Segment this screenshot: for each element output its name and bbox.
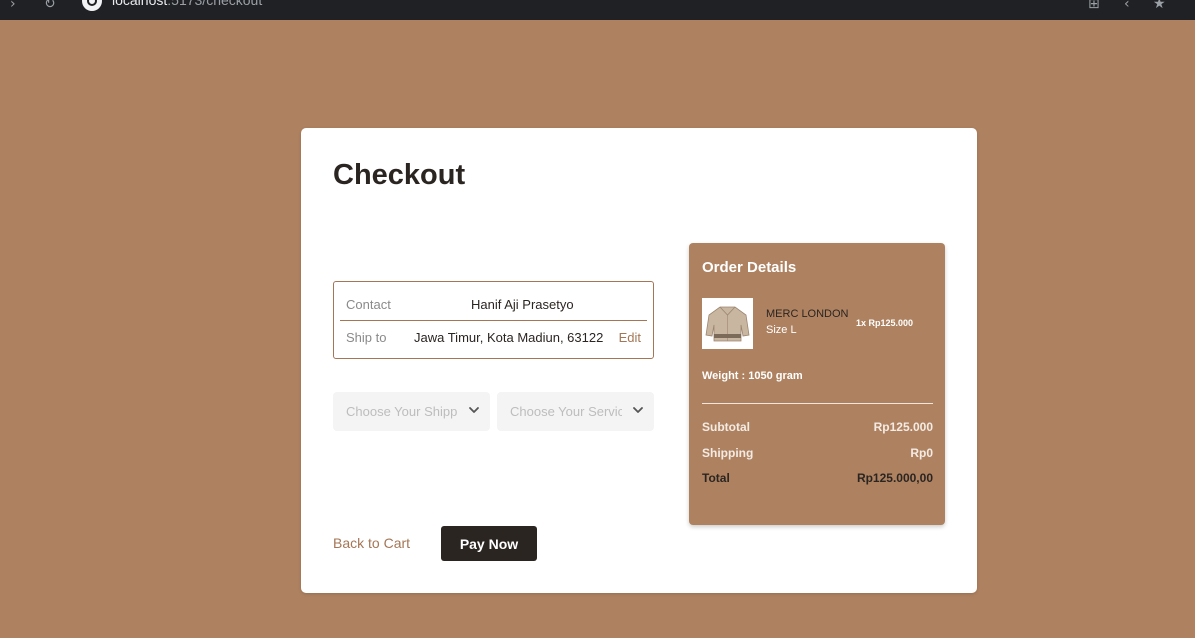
chevron-down-icon — [633, 407, 643, 413]
address-bar[interactable]: localhost:5173/checkout — [112, 0, 262, 8]
contact-value: Hanif Aji Prasetyo — [471, 297, 574, 312]
ship-to-value: Jawa Timur, Kota Madiun, 63122 — [414, 330, 604, 345]
contact-label: Contact — [346, 297, 391, 312]
page-title: Checkout — [333, 159, 466, 191]
subtotal-row: Subtotal Rp125.000 — [702, 420, 933, 434]
checkout-card: Checkout Contact Hanif Aji Prasetyo Ship… — [301, 128, 977, 593]
edit-address-link[interactable]: Edit — [619, 330, 641, 345]
product-image — [702, 298, 753, 349]
ship-to-label: Ship to — [346, 330, 387, 345]
browser-toolbar: › ↻ localhost:5173/checkout ⊞ ‹ ★ — [0, 0, 1195, 20]
jacket-icon — [705, 306, 750, 342]
translate-icon[interactable]: ⊞ — [1088, 0, 1100, 12]
shipping-courier-select[interactable]: Choose Your Shipping — [333, 392, 490, 431]
url-path: :5173/checkout — [167, 0, 263, 8]
pay-now-button[interactable]: Pay Now — [441, 526, 537, 561]
order-details-panel: Order Details MERC LONDON Size L 1x Rp12… — [689, 243, 945, 525]
order-details-title: Order Details — [702, 259, 797, 276]
product-qty-price: 1x Rp125.000 — [856, 318, 914, 328]
shipping-service-select[interactable]: Choose Your Service — [497, 392, 654, 431]
shipping-select-placeholder: Choose Your Shipping — [346, 404, 458, 419]
contact-row: Contact Hanif Aji Prasetyo — [334, 288, 653, 322]
forward-icon[interactable]: › — [10, 0, 16, 12]
order-divider — [702, 403, 933, 404]
product-name: MERC LONDON — [766, 308, 849, 320]
back-to-cart-link[interactable]: Back to Cart — [333, 535, 410, 551]
share-icon[interactable]: ‹ — [1124, 0, 1130, 12]
shipping-row: Shipping Rp0 — [702, 446, 933, 460]
shipping-label: Shipping — [702, 446, 754, 460]
service-select-placeholder: Choose Your Service — [510, 404, 622, 419]
total-row: Total Rp125.000,00 — [702, 471, 933, 485]
ship-to-row: Ship to Jawa Timur, Kota Madiun, 63122 E… — [334, 321, 653, 355]
site-info-icon[interactable] — [82, 0, 102, 11]
total-value: Rp125.000,00 — [856, 471, 933, 485]
subtotal-label: Subtotal — [702, 420, 750, 434]
product-size: Size L — [766, 324, 797, 336]
reload-icon[interactable]: ↻ — [44, 0, 56, 12]
shipping-value: Rp0 — [910, 446, 933, 460]
bookmark-star-icon[interactable]: ★ — [1153, 0, 1166, 12]
contact-summary: Contact Hanif Aji Prasetyo Ship to Jawa … — [333, 281, 654, 359]
total-label: Total — [702, 471, 730, 485]
total-weight: Weight : 1050 gram — [702, 370, 803, 382]
subtotal-value: Rp125.000 — [873, 420, 933, 434]
url-host: localhost — [112, 0, 168, 8]
chevron-down-icon — [469, 407, 479, 413]
